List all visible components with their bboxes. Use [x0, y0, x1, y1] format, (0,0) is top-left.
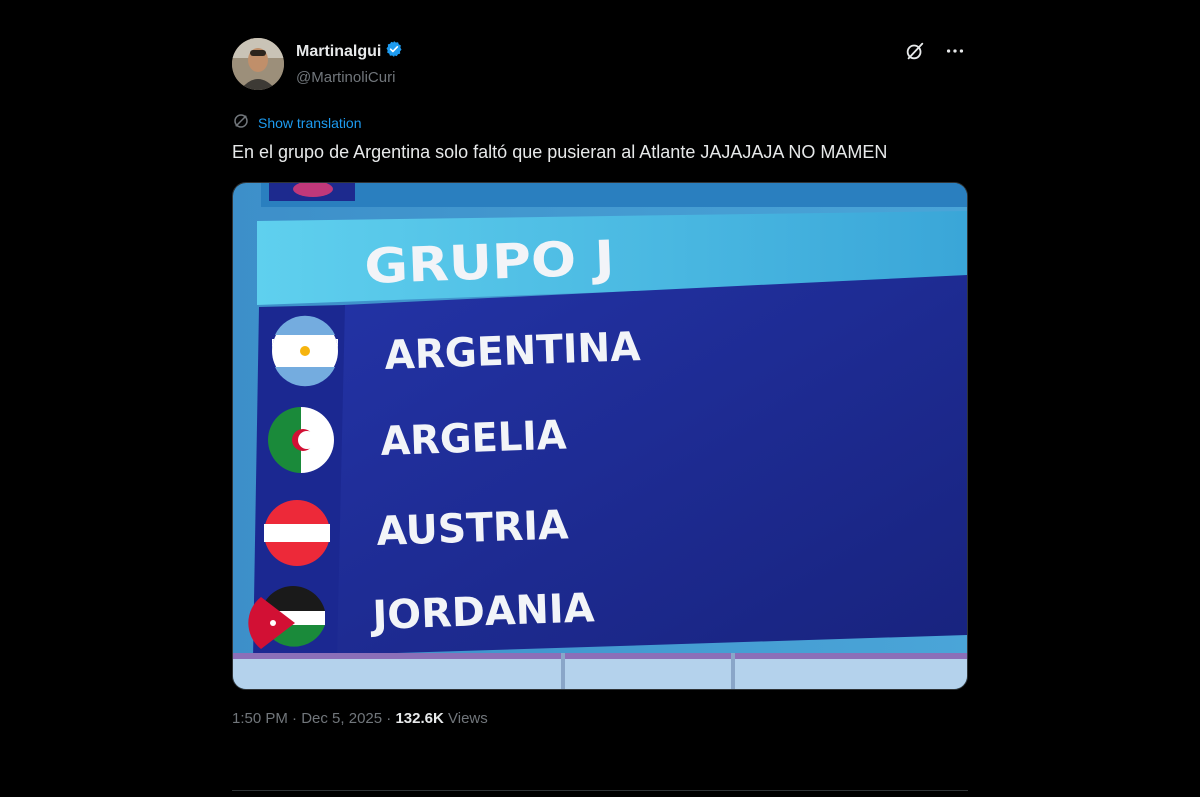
team-name: ARGENTINA — [384, 324, 641, 379]
group-title: GRUPO J — [363, 230, 615, 295]
tweet-time[interactable]: 1:50 PM — [232, 710, 288, 727]
tweet-text: En el grupo de Argentina solo faltó que … — [232, 142, 888, 162]
show-translation-label: Show translation — [258, 114, 362, 131]
meta-separator: · — [386, 710, 392, 727]
tweet-date[interactable]: Dec 5, 2025 — [301, 710, 382, 727]
views-label: Views — [448, 710, 488, 727]
display-name-row: Martinalgui — [296, 40, 403, 63]
avatar[interactable] — [232, 38, 284, 90]
translate-icon — [232, 112, 250, 133]
header-actions — [904, 40, 966, 62]
handle[interactable]: @MartinoliCuri — [296, 69, 403, 86]
avatar-image — [232, 38, 284, 90]
meta-separator: · — [292, 710, 298, 727]
tweet-header: Martinalgui @MartinoliCuri — [232, 36, 968, 92]
austria-flag-icon — [264, 500, 330, 566]
argentina-flag-icon — [272, 315, 338, 387]
team-name: AUSTRIA — [376, 502, 570, 555]
more-icon[interactable] — [944, 40, 966, 62]
team-name: ARGELIA — [380, 413, 568, 465]
tweet: Martinalgui @MartinoliCuri Show translat… — [232, 36, 968, 727]
show-translation-link[interactable]: Show translation — [232, 112, 968, 133]
grok-icon[interactable] — [904, 40, 926, 62]
name-block: Martinalgui @MartinoliCuri — [296, 40, 403, 86]
views-count: 132.6K — [395, 710, 444, 727]
tweet-media[interactable]: GRUPO J ARGENTINA ARGELIA AUSTRIA JORDAN… — [232, 182, 968, 690]
team-name: JORDANIA — [369, 585, 595, 639]
divider — [232, 790, 968, 791]
media-image: GRUPO J ARGENTINA ARGELIA AUSTRIA JORDAN… — [233, 183, 967, 689]
display-name[interactable]: Martinalgui — [296, 43, 381, 61]
algeria-flag-icon — [268, 407, 334, 473]
verified-badge-icon — [385, 40, 403, 63]
tweet-meta: 1:50 PM · Dec 5, 2025 · 132.6K Views — [232, 710, 968, 727]
